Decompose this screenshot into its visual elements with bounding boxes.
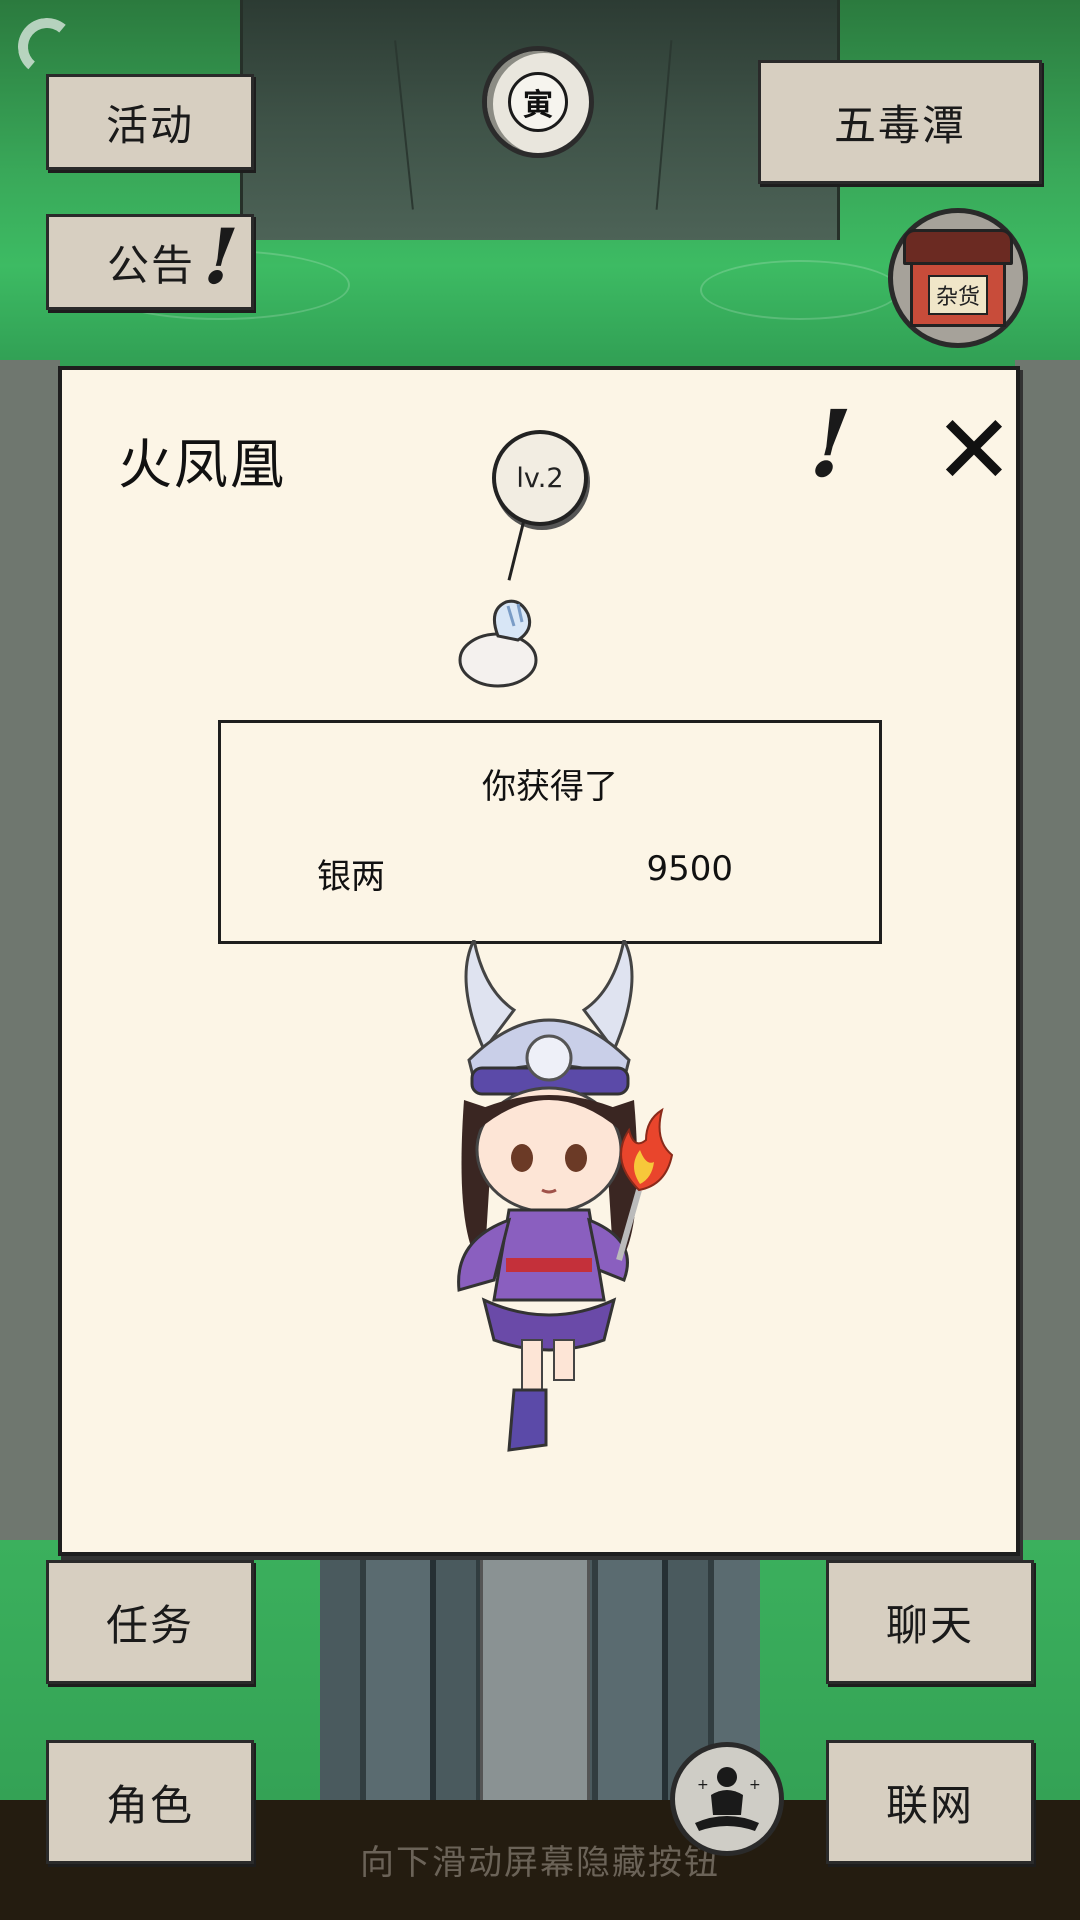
reward-item-amount: 9500 [646,849,733,889]
meditate-icon[interactable]: + + [670,1742,784,1856]
network-label: 联网 [885,1780,974,1830]
stone-wall-right [1015,360,1080,1560]
stone-wall-left [0,360,60,1560]
moon-icon[interactable]: 寅 [482,46,594,158]
task-label: 任务 [105,1600,194,1650]
reward-box: 你获得了 银两 9500 [218,720,882,944]
shop-icon[interactable]: 杂货 [888,208,1028,348]
reward-card: 火凤凰 ! ✕ lv.2 你获得了 银两 9500 [58,366,1020,1556]
chat-button[interactable]: 聊天 [826,1560,1034,1684]
water-ripple [700,260,900,320]
level-badge: lv.2 [492,430,588,526]
reward-heading: 你获得了 [482,767,618,807]
swipe-hint: 向下滑动屏幕隐藏按钮 [360,1843,720,1883]
activity-label: 活动 [105,100,194,150]
shop-roof [903,229,1013,265]
location-button[interactable]: 五毒潭 [758,60,1042,184]
shop-body: 杂货 [910,265,1006,327]
activity-button[interactable]: 活动 [46,74,254,170]
moon-glyph: 寅 [508,72,568,132]
chat-label: 聊天 [885,1600,974,1650]
level-label: lv.2 [516,462,564,494]
badge-string [507,521,525,581]
notice-label: 公告 [107,240,196,290]
shop-sign: 杂货 [927,274,988,315]
role-label: 角色 [105,1780,194,1830]
svg-text:+: + [697,1777,709,1793]
reward-item-name: 银两 [317,857,385,897]
task-button[interactable]: 任务 [46,1560,254,1684]
meditate-figure: + + [695,1767,761,1831]
exclamation-icon[interactable]: ! [797,390,864,498]
svg-text:+: + [749,1777,761,1793]
close-icon[interactable]: ✕ [924,400,1024,500]
gate-pillar [480,1540,590,1810]
card-title: 火凤凰 [118,433,286,496]
character-portrait [457,940,674,1452]
location-label: 五毒潭 [833,100,966,150]
coin-bag-icon [458,599,538,688]
